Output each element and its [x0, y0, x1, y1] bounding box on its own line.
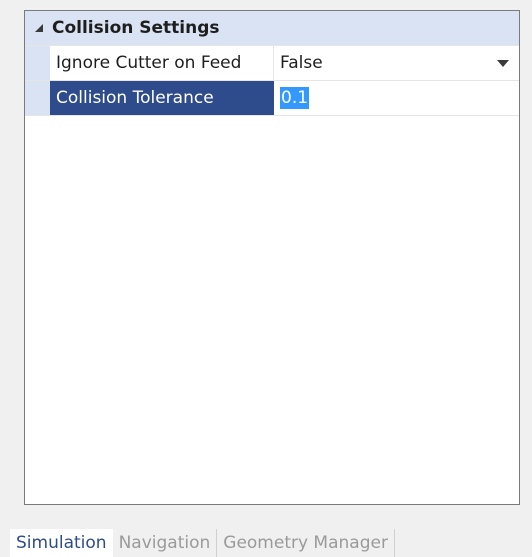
- property-grid: Collision Settings Ignore Cutter on Feed…: [24, 10, 520, 505]
- selected-text: 0.1: [280, 87, 310, 109]
- dropdown-arrow-icon[interactable]: [497, 59, 509, 67]
- property-value-dropdown[interactable]: False: [274, 46, 519, 80]
- dropdown-value[interactable]: False: [280, 53, 323, 73]
- property-name[interactable]: Collision Tolerance: [50, 81, 274, 115]
- category-collision-settings[interactable]: Collision Settings: [25, 11, 519, 46]
- property-name[interactable]: Ignore Cutter on Feed: [50, 46, 274, 80]
- property-value-textbox[interactable]: 0.1: [274, 81, 519, 115]
- tab-simulation[interactable]: Simulation: [10, 529, 113, 557]
- property-row-ignore-cutter-on-feed[interactable]: Ignore Cutter on Feed False: [25, 46, 519, 81]
- property-row-collision-tolerance[interactable]: Collision Tolerance 0.1: [25, 81, 519, 116]
- bottom-tab-bar: Simulation Navigation Geometry Manager: [10, 528, 395, 557]
- row-indent: [25, 81, 50, 115]
- category-label: Collision Settings: [52, 18, 220, 38]
- collision-tolerance-input[interactable]: 0.1: [280, 87, 310, 109]
- tab-geometry-manager[interactable]: Geometry Manager: [217, 529, 395, 557]
- row-indent: [25, 46, 50, 80]
- tab-navigation[interactable]: Navigation: [112, 529, 218, 557]
- collapse-triangle-icon[interactable]: [33, 23, 44, 34]
